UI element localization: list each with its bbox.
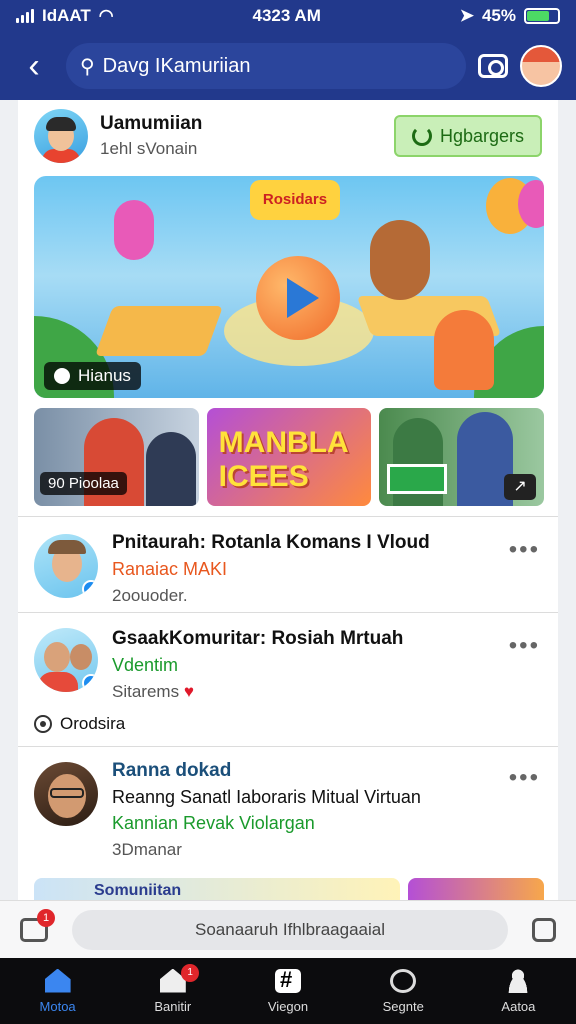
feed: Uamumiian 1ehl sVonain Hgbargers Rosidar… (18, 100, 558, 900)
cartoon-character-image (114, 200, 154, 260)
tab-home[interactable]: Motoa (0, 958, 115, 1024)
search-icon (390, 968, 417, 993)
thumbnail-title: MANBLA ICEES (218, 426, 348, 493)
notification-badge: 1 (37, 908, 55, 927)
post-title: Pnitaurah: Rotanla Komans I Vloud (112, 532, 430, 553)
notification-badge: 1 (181, 964, 200, 982)
post-avatar[interactable] (34, 762, 98, 826)
expand-icon[interactable]: ↗ (504, 474, 537, 500)
cartoon-bear-image (370, 220, 430, 300)
thumbnail-1[interactable]: 90 Pioolaa (34, 408, 199, 506)
battery-percent: 45% (481, 6, 516, 25)
post-meta: 3Dmanar (112, 840, 182, 859)
next-post-preview[interactable]: Somuniitan (34, 878, 544, 900)
search-icon: ⚲ (80, 55, 95, 78)
tab-videos[interactable]: Viegon (230, 958, 345, 1024)
comment-bar: 1 Soanaaruh Ifhlbraagaaial (0, 900, 576, 958)
play-icon[interactable] (256, 256, 340, 340)
location-icon: ➤ (459, 6, 474, 25)
profile-subtitle: 1ehl sVonain (100, 139, 198, 158)
profile-name[interactable]: Uamumiian (100, 113, 394, 135)
search-text: Davg IKamuriian (102, 54, 251, 77)
home-icon (44, 968, 71, 993)
person-icon (505, 968, 532, 993)
top-bar: IdAAT ◠ 4323 AM ➤ 45% ‹ ⚲ Davg IKamuriia… (0, 0, 576, 100)
back-button[interactable]: ‹ (14, 47, 54, 86)
refresh-icon (411, 126, 432, 146)
signal-icon (16, 9, 34, 23)
tab-label: Motoa (39, 998, 76, 1014)
hero-tag: Hianus (44, 362, 141, 390)
post-subtitle: Kannian Revak Violargan (112, 813, 315, 833)
hero-tag-label: Hianus (78, 366, 131, 385)
follow-label: Hgbargers (439, 125, 524, 146)
more-icon[interactable]: ••• (509, 764, 540, 792)
hero-banner[interactable]: Rosidars Hianus (34, 176, 544, 398)
wifi-icon: ◠ (98, 6, 114, 25)
tab-search[interactable]: Segnte (346, 958, 461, 1024)
post-meta: Sitarems (112, 682, 180, 701)
sticker-icon[interactable] (532, 917, 556, 942)
divider (18, 516, 558, 517)
camera-icon[interactable] (478, 54, 508, 78)
divider (18, 746, 558, 747)
profile-row: Uamumiian 1ehl sVonain Hgbargers (18, 100, 558, 172)
next-post-title: Somuniitan (34, 878, 400, 900)
stat-label: Orodsira (60, 714, 126, 733)
tab-bar: Motoa 1 Banitir Viegon Segnte Aatoa (0, 958, 576, 1024)
thumbnail-2[interactable]: MANBLA ICEES (206, 408, 372, 506)
post-title: GsaakKomuritar: Rosiah Mrtuah (112, 628, 404, 649)
post-subtitle: Ranaiac MAKI (112, 559, 228, 579)
hero-logo: Rosidars (250, 180, 340, 220)
stat-row[interactable]: Orodsira (34, 714, 125, 734)
grid-icon (275, 967, 301, 993)
tab-label: Viegon (267, 998, 309, 1014)
tab-label: Segnte (382, 998, 424, 1014)
tab-label: Aatoa (501, 998, 536, 1014)
cartoon-kid-image (434, 310, 494, 390)
post-title: Ranna dokad (112, 760, 232, 781)
tab-profile[interactable]: Aatoa (461, 958, 576, 1024)
search-bar[interactable]: ⚲ Davg IKamuriian (66, 43, 466, 89)
post-meta: 2oouoder. (112, 586, 188, 605)
status-time: 4323 AM (252, 6, 321, 25)
carrier-label: IdAAT (42, 6, 91, 25)
next-post-image (407, 878, 544, 900)
post-item[interactable]: Pnitaurah: Rotanla Komans I Vloud Ranaia… (18, 530, 558, 610)
more-icon[interactable]: ••• (509, 536, 540, 564)
tab-notifications[interactable]: 1 Banitir (115, 958, 230, 1024)
post-item[interactable]: Ranna dokad Reanng Sanatl Iaboraris Mitu… (18, 758, 558, 864)
divider (18, 612, 558, 613)
post-subtitle: Vdentim (112, 655, 179, 675)
post-avatar[interactable] (34, 628, 98, 692)
profile-avatar[interactable] (34, 109, 88, 163)
status-bar: IdAAT ◠ 4323 AM ➤ 45% (0, 0, 576, 32)
user-avatar[interactable] (520, 45, 562, 87)
post-line: Reanng Sanatl Iaboraris Mitual Virtuan (112, 787, 421, 807)
heart-icon[interactable]: ♥ (184, 682, 194, 701)
tab-label: Banitir (154, 998, 192, 1014)
thumbnail-caption: 90 Pioolaa (40, 472, 127, 495)
dot-icon (54, 368, 70, 384)
camera-icon[interactable]: 1 (20, 908, 55, 942)
thumbnail-row: 90 Pioolaa MANBLA ICEES ↗ (34, 408, 545, 506)
eye-icon (34, 715, 52, 733)
post-item[interactable]: GsaakKomuritar: Rosiah Mrtuah Vdentim Si… (18, 626, 558, 706)
post-avatar[interactable] (34, 534, 98, 598)
thumbnail-3[interactable]: ↗ (379, 408, 545, 506)
battery-icon (524, 8, 560, 24)
follow-button[interactable]: Hgbargers (393, 115, 542, 157)
more-icon[interactable]: ••• (509, 632, 540, 660)
comment-input[interactable]: Soanaaruh Ifhlbraagaaial (72, 909, 508, 950)
